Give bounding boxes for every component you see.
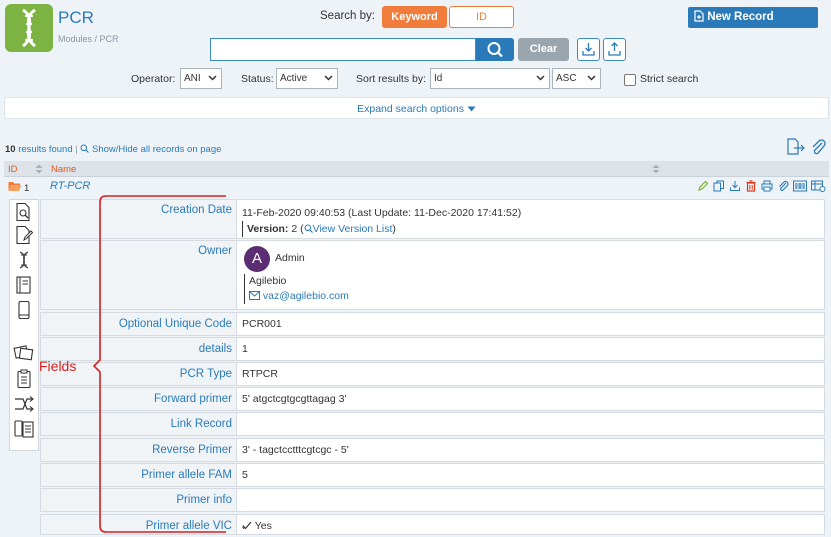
sort-select[interactable]: Id [430,68,550,89]
column-id-header[interactable]: ID [8,164,18,175]
id-mode-button[interactable]: ID [449,6,514,28]
check-icon [242,521,252,530]
app-logo [5,4,53,52]
sort-label: Sort results by: [356,73,427,85]
field-value [241,489,824,511]
record-name[interactable]: RT-PCR [50,180,90,192]
strict-search-checkbox[interactable] [624,74,636,86]
results-summary: 10 results found | Show/Hide all records… [5,144,222,155]
field-value: 11-Feb-2020 09:40:53 (Last Update: 11-De… [241,200,824,238]
page-title: PCR [58,8,94,27]
results-found-label: results found [18,144,73,155]
dna-helix-icon[interactable] [14,250,34,270]
show-hide-all-link[interactable]: Show/Hide all records on page [92,144,221,155]
clipboard-list-icon[interactable] [14,369,34,389]
export-button[interactable] [603,38,626,61]
chevron-down-icon [324,75,333,81]
field-value: PCR001 [242,318,282,330]
mobile-device-icon[interactable] [14,300,34,320]
import-button[interactable] [577,38,600,61]
edit-pencil-icon[interactable] [697,180,709,192]
strict-search-label: Strict search [640,73,699,85]
version-info: Version: 2 (View Version List) [242,221,824,237]
field-value: RTPCR [242,368,278,380]
open-folder-icon[interactable] [8,181,22,192]
export-results-button[interactable] [786,138,806,159]
field-value: 5 [242,469,248,481]
order-select[interactable]: ASC [552,68,601,89]
results-count: 10 [5,144,16,155]
zoom-icon [304,224,313,233]
chevron-down-icon [587,75,596,81]
linked-documents-icon[interactable] [13,419,35,439]
fields-annotation-label: Fields [39,358,77,374]
search-input[interactable] [210,38,476,61]
status-label: Status: [241,73,274,85]
paperclip-icon[interactable] [777,180,789,192]
workflow-arrows-icon[interactable] [13,394,35,414]
upload-tray-icon [608,42,621,56]
paperclip-icon [812,139,826,155]
creation-date-value: 11-Feb-2020 09:40:53 (Last Update: 11-De… [242,207,522,219]
owner-email-link[interactable]: vaz@agilebio.com [263,290,349,302]
file-export-icon [787,138,805,155]
fields-annotation-bracket [92,195,226,533]
operator-select[interactable]: ANI [180,68,222,89]
print-icon[interactable] [761,180,773,192]
field-value [241,413,824,435]
field-value: 1 [242,343,248,355]
record-id: 1 [24,183,30,194]
document-search-icon[interactable] [14,202,34,222]
operator-label: Operator: [131,73,176,85]
version-label: Version: [247,223,289,235]
document-edit-icon[interactable] [14,225,34,245]
sort-icon[interactable] [35,164,43,174]
table-settings-icon[interactable] [811,180,826,192]
caret-down-icon [467,106,476,112]
field-value: 5' atgctcgtgcgttagag 3' [242,393,347,405]
search-icon [487,42,503,58]
download-tray-icon [582,43,595,56]
search-button[interactable] [476,38,514,61]
copy-icon[interactable] [713,180,725,192]
view-version-list-link[interactable]: View Version List [313,223,393,235]
column-name-header[interactable]: Name [51,164,76,175]
expand-search-options[interactable]: Expand search options [4,97,829,119]
trash-icon[interactable] [745,180,757,192]
field-value: 3' - tagctcctttcgtcgc - 5' [242,444,349,456]
status-select[interactable]: Active [276,68,338,89]
zoom-icon [80,144,90,153]
dna-icon [21,8,37,48]
attachments-button[interactable] [809,138,827,159]
vic-value: Yes [254,520,272,532]
breadcrumb[interactable]: Modules / PCR [58,34,119,44]
sort-icon[interactable] [652,164,660,174]
photos-icon[interactable] [13,343,35,363]
notebook-icon[interactable] [14,275,34,295]
new-document-icon [694,10,704,22]
envelope-icon [249,291,260,300]
new-record-label: New Record [707,11,774,23]
chevron-down-icon [208,75,217,81]
new-record-button[interactable]: New Record [688,7,818,28]
keyword-mode-button[interactable]: Keyword [382,6,447,28]
owner-organization: Agilebio [249,275,287,287]
download-icon[interactable] [729,180,741,192]
clear-button[interactable]: Clear [518,38,569,61]
avatar: A [244,246,270,272]
field-value: A Admin Agilebio vaz@agilebio.com [241,241,824,309]
table-header [4,161,829,177]
chevron-down-icon [536,75,545,81]
version-value: 2 [291,223,298,235]
owner-contact: Agilebio vaz@agilebio.com [244,274,349,304]
owner-name: Admin [275,252,305,264]
search-by-label: Search by: [320,10,375,22]
field-value: Yes [241,515,824,534]
barcode-icon[interactable] [793,180,807,192]
